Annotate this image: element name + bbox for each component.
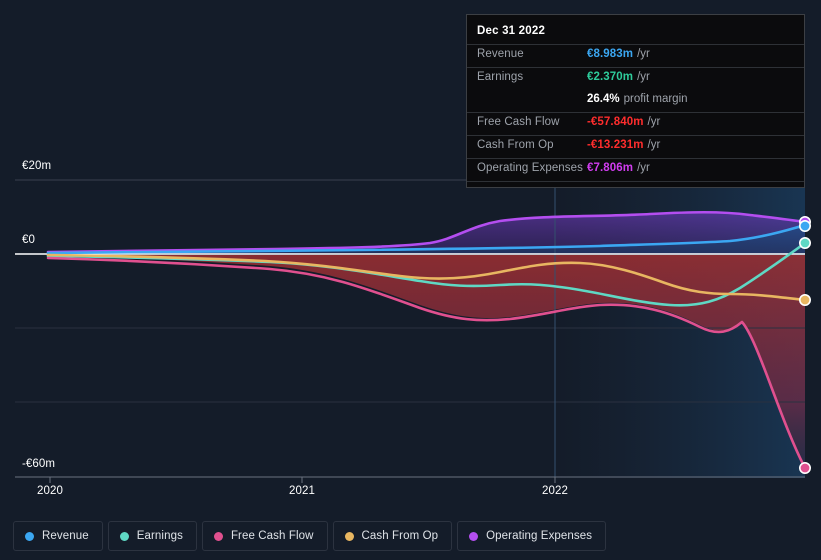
tooltip-row-cash-from-op: Cash From Op -€13.231m /yr: [467, 135, 804, 158]
y-axis-label-0: €0: [22, 234, 35, 246]
tooltip-label-revenue: Revenue: [477, 48, 524, 60]
tooltip-value-earnings: €2.370m: [587, 71, 634, 83]
legend-item-earnings[interactable]: Earnings: [107, 521, 197, 551]
tooltip-label-free-cash-flow: Free Cash Flow: [477, 116, 560, 128]
tooltip-value-revenue: €8.983m: [587, 48, 634, 60]
legend-item-cash-from-op[interactable]: Cash From Op: [332, 521, 453, 551]
tooltip-date: Dec 31 2022: [477, 25, 546, 37]
marker-free-cash-flow: [798, 461, 811, 474]
tooltip-label-profit-margin: profit margin: [623, 93, 688, 105]
legend-item-operating-expenses[interactable]: Operating Expenses: [457, 521, 607, 551]
chart-legend: Revenue Earnings Free Cash Flow Cash Fro…: [0, 512, 821, 560]
tooltip-row-revenue: Revenue €8.983m /yr: [467, 44, 804, 67]
tooltip-value-free-cash-flow: -€57.840m: [587, 116, 644, 128]
tooltip-row-profit-margin: 26.4% profit margin: [467, 90, 804, 112]
legend-label-cash-from-op: Cash From Op: [361, 530, 439, 542]
legend-label-operating-expenses: Operating Expenses: [486, 530, 593, 542]
legend-item-free-cash-flow[interactable]: Free Cash Flow: [201, 521, 328, 551]
y-axis-label-20m: €20m: [22, 160, 52, 172]
tooltip-value-profit-margin: 26.4%: [587, 93, 620, 105]
tooltip-unit-earnings: /yr: [637, 71, 650, 83]
tooltip-row-free-cash-flow: Free Cash Flow -€57.840m /yr: [467, 112, 804, 135]
x-axis-label-2020: 2020: [37, 485, 63, 497]
tooltip-label-operating-expenses: Operating Expenses: [477, 162, 584, 174]
marker-cash-from-op: [798, 293, 811, 306]
legend-dot-icon-cash-from-op: [344, 531, 354, 541]
tooltip: Dec 31 2022 Revenue €8.983m /yr Earnings…: [466, 14, 805, 188]
legend-label-free-cash-flow: Free Cash Flow: [230, 530, 314, 542]
legend-dot-icon-operating-expenses: [469, 531, 479, 541]
x-axis-label-2021: 2021: [289, 485, 315, 497]
tooltip-row-earnings: Earnings €2.370m /yr: [467, 67, 804, 90]
tooltip-unit-operating-expenses: /yr: [637, 162, 650, 174]
legend-dot-icon-earnings: [119, 531, 129, 541]
marker-earnings: [798, 237, 811, 250]
x-axis-label-2022: 2022: [542, 485, 568, 497]
tooltip-value-operating-expenses: €7.806m: [587, 162, 634, 174]
legend-dot-icon-revenue: [25, 531, 34, 541]
tooltip-value-cash-from-op: -€13.231m: [587, 139, 644, 151]
tooltip-bottom-rule: [467, 181, 804, 187]
tooltip-unit-cash-from-op: /yr: [647, 139, 661, 151]
tooltip-unit-free-cash-flow: /yr: [647, 116, 661, 128]
marker-revenue: [798, 220, 811, 233]
legend-item-revenue[interactable]: Revenue: [13, 521, 103, 551]
tooltip-unit-revenue: /yr: [637, 48, 650, 60]
tooltip-row-operating-expenses: Operating Expenses €7.806m /yr: [467, 158, 804, 181]
tooltip-label-earnings: Earnings: [477, 71, 524, 83]
legend-dot-icon-free-cash-flow: [213, 531, 223, 541]
financial-chart: €20m €0 -€60m 2020 2021 2022 Dec 31 2022…: [0, 0, 821, 560]
tooltip-label-cash-from-op: Cash From Op: [477, 139, 554, 151]
legend-label-earnings: Earnings: [136, 530, 183, 542]
y-axis-label-minus60m: -€60m: [22, 458, 56, 470]
legend-label-revenue: Revenue: [42, 530, 89, 542]
